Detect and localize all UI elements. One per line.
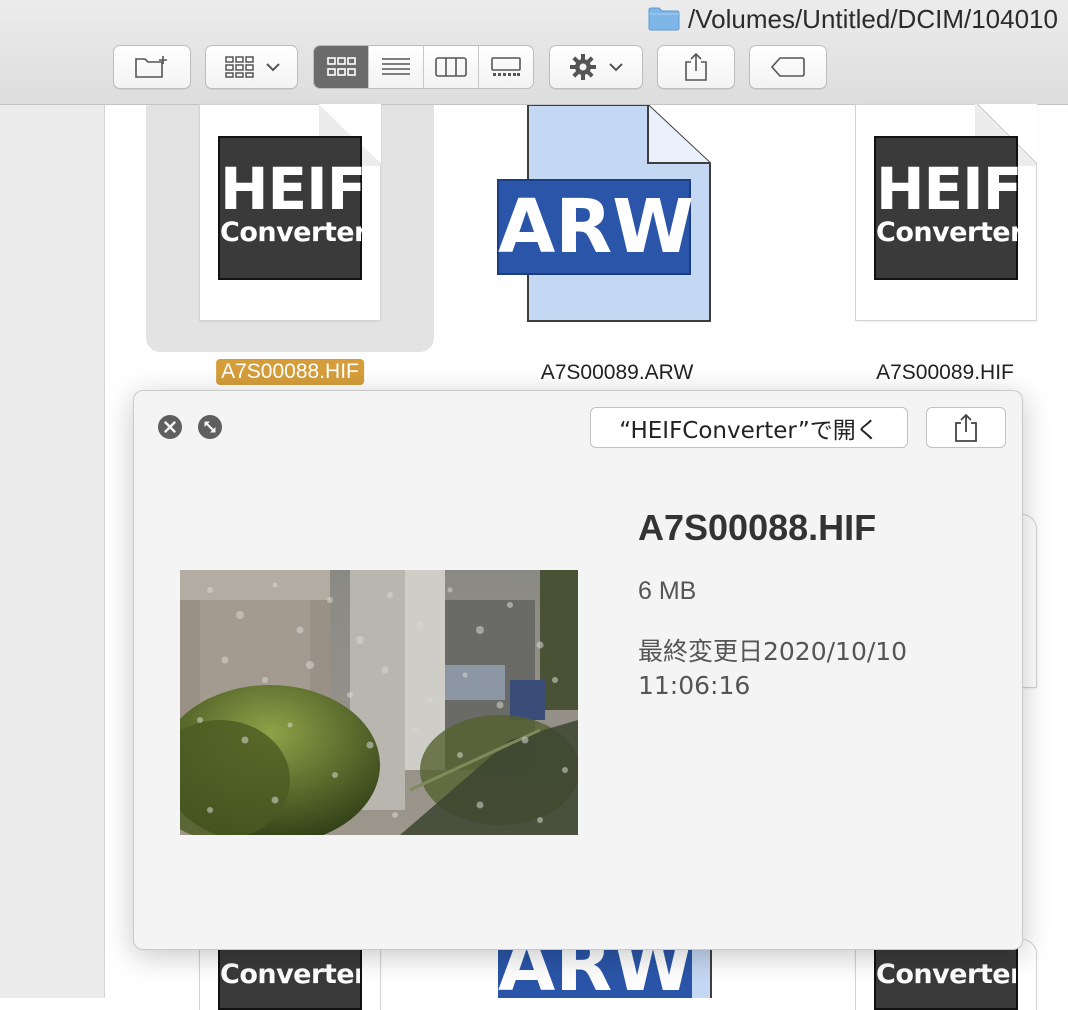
heif-badge: Converter <box>874 940 1018 1010</box>
chevron-down-icon <box>265 62 280 72</box>
file-name-label: A7S00089.HIF <box>876 361 1014 384</box>
gallery-view-icon <box>491 56 521 78</box>
fullscreen-icon <box>198 415 222 439</box>
file-name-label: A7S00089.ARW <box>540 361 694 384</box>
chevron-down-icon <box>609 62 623 72</box>
quick-look-file-name: A7S00088.HIF <box>638 507 877 548</box>
file-name-label: A7S00088.HIF <box>216 359 364 385</box>
column-view-button[interactable] <box>423 46 478 88</box>
quick-look-share-button[interactable] <box>926 407 1006 448</box>
tag-icon <box>770 56 806 78</box>
arw-file-icon: ARW <box>496 105 712 323</box>
open-with-app-button[interactable]: “HEIFConverter”で開く <box>590 407 908 448</box>
heif-file-icon: HEIF Converter <box>856 104 1037 320</box>
heif-file-icon: HEIF Converter <box>200 104 381 320</box>
path-bar: /Volumes/Untitled/DCIM/104010 <box>648 4 1058 34</box>
heif-badge: Converter <box>218 940 362 1010</box>
new-folder-icon <box>134 54 170 80</box>
share-icon <box>683 52 709 82</box>
heif-file-icon-partial: Converter <box>200 940 380 1010</box>
share-button[interactable] <box>657 45 735 89</box>
quick-look-modified-date: 最終変更日2020/10/10 11:06:16 <box>638 637 908 700</box>
action-button[interactable] <box>549 45 643 89</box>
list-view-button[interactable] <box>368 46 423 88</box>
icon-view-icon <box>326 56 356 78</box>
group-button[interactable] <box>205 45 298 89</box>
quick-look-file-size: 6 MB <box>638 577 697 605</box>
arw-badge-text: ARW <box>498 184 694 270</box>
fullscreen-button[interactable] <box>198 415 222 439</box>
column-view-icon <box>435 56 467 78</box>
path-text: /Volumes/Untitled/DCIM/104010 <box>688 3 1058 34</box>
close-icon <box>158 415 182 439</box>
folder-icon <box>648 7 680 31</box>
share-icon <box>953 413 979 443</box>
group-icon <box>224 55 254 79</box>
heif-badge: HEIF Converter <box>218 136 367 280</box>
icon-view-button[interactable] <box>314 46 368 88</box>
new-folder-button[interactable] <box>113 45 191 89</box>
toolbar: /Volumes/Untitled/DCIM/104010 <box>0 0 1068 105</box>
view-mode-control <box>313 45 534 89</box>
close-button[interactable] <box>158 415 182 439</box>
gear-icon <box>569 53 597 81</box>
tag-button[interactable] <box>749 45 827 89</box>
sidebar <box>0 105 105 998</box>
heif-file-icon-partial: Converter <box>856 940 1036 1010</box>
heif-badge: HEIF Converter <box>874 136 1023 280</box>
gallery-view-button[interactable] <box>478 46 533 88</box>
quick-look-panel: “HEIFConverter”で開く A7S00088.HIF 6 MB 最終変… <box>133 390 1023 950</box>
list-view-icon <box>381 56 411 78</box>
image-preview <box>180 570 578 835</box>
